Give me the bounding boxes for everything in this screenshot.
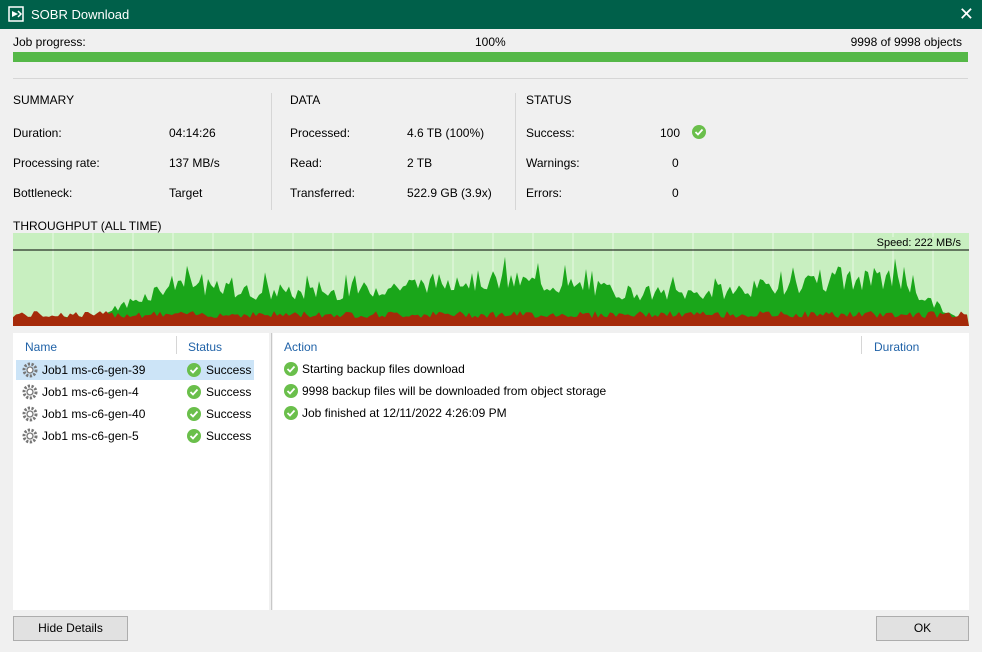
status-value: 100 xyxy=(660,126,680,140)
summary-label: Duration: xyxy=(13,126,62,140)
job-name: Job1 ms-c6-gen-39 xyxy=(42,363,145,377)
column-header-action[interactable]: Action xyxy=(284,340,317,354)
success-check-icon xyxy=(284,406,298,420)
throughput-chart-svg xyxy=(13,233,969,326)
job-status: Success xyxy=(206,385,251,399)
action-text: Job finished at 12/11/2022 4:26:09 PM xyxy=(302,406,507,420)
status-label: Success: xyxy=(526,126,575,140)
divider xyxy=(861,336,862,354)
success-check-icon xyxy=(284,362,298,376)
data-value: 4.6 TB (100%) xyxy=(407,126,484,140)
data-label: Transferred: xyxy=(290,186,355,200)
data-label: Processed: xyxy=(290,126,350,140)
column-header-duration[interactable]: Duration xyxy=(874,340,919,354)
gear-icon xyxy=(22,384,38,400)
status-label: Warnings: xyxy=(526,156,580,170)
close-icon[interactable]: ✕ xyxy=(959,4,974,24)
summary-value: 137 MB/s xyxy=(169,156,220,170)
success-check-icon xyxy=(187,385,201,399)
actions-panel: Action Duration Starting backup files do… xyxy=(273,333,969,610)
summary-heading: SUMMARY xyxy=(13,93,74,107)
job-progress-objects: 9998 of 9998 objects xyxy=(851,35,962,49)
title-bar: SOBR Download ✕ xyxy=(0,0,982,29)
job-row[interactable]: Job1 ms-c6-gen-5 Success xyxy=(16,426,254,446)
success-check-icon xyxy=(187,407,201,421)
gear-icon xyxy=(22,362,38,378)
job-status: Success xyxy=(206,363,251,377)
job-progress-label: Job progress: xyxy=(13,35,86,49)
window-title: SOBR Download xyxy=(31,7,129,22)
data-heading: DATA xyxy=(290,93,320,107)
summary-value: Target xyxy=(169,186,202,200)
job-row[interactable]: Job1 ms-c6-gen-4 Success xyxy=(16,382,254,402)
job-progress-percent: 100% xyxy=(475,35,506,49)
divider xyxy=(13,78,968,79)
job-row[interactable]: Job1 ms-c6-gen-40 Success xyxy=(16,404,254,424)
success-check-icon xyxy=(284,384,298,398)
divider xyxy=(176,336,177,354)
status-value: 0 xyxy=(672,186,679,200)
divider xyxy=(515,93,516,210)
success-check-icon xyxy=(187,363,201,377)
data-value: 522.9 GB (3.9x) xyxy=(407,186,492,200)
action-text: Starting backup files download xyxy=(302,362,465,376)
job-status: Success xyxy=(206,429,251,443)
app-icon xyxy=(8,6,24,22)
progress-bar-fill xyxy=(13,52,968,62)
data-value: 2 TB xyxy=(407,156,432,170)
success-check-icon xyxy=(692,125,706,139)
job-row[interactable]: Job1 ms-c6-gen-39 Success xyxy=(16,360,254,380)
column-header-status[interactable]: Status xyxy=(188,340,222,354)
data-label: Read: xyxy=(290,156,322,170)
progress-bar xyxy=(13,52,968,62)
hide-details-button[interactable]: Hide Details xyxy=(13,616,128,641)
job-name: Job1 ms-c6-gen-4 xyxy=(42,385,139,399)
divider xyxy=(271,93,272,210)
gear-icon xyxy=(22,406,38,422)
throughput-speed: Speed: 222 MB/s xyxy=(877,237,961,249)
status-value: 0 xyxy=(672,156,679,170)
divider xyxy=(271,333,272,610)
throughput-heading: THROUGHPUT (ALL TIME) xyxy=(13,219,161,233)
summary-value: 04:14:26 xyxy=(169,126,216,140)
job-name: Job1 ms-c6-gen-5 xyxy=(42,429,139,443)
throughput-chart: Speed: 222 MB/s xyxy=(13,233,969,326)
status-label: Errors: xyxy=(526,186,562,200)
jobs-panel: Name Status Job1 ms-c6-gen-39 Success Jo… xyxy=(13,333,269,610)
summary-label: Bottleneck: xyxy=(13,186,72,200)
job-name: Job1 ms-c6-gen-40 xyxy=(42,407,145,421)
gear-icon xyxy=(22,428,38,444)
success-check-icon xyxy=(187,429,201,443)
ok-button[interactable]: OK xyxy=(876,616,969,641)
status-heading: STATUS xyxy=(526,93,572,107)
summary-label: Processing rate: xyxy=(13,156,100,170)
column-header-name[interactable]: Name xyxy=(25,340,57,354)
job-status: Success xyxy=(206,407,251,421)
action-text: 9998 backup files will be downloaded fro… xyxy=(302,384,606,398)
